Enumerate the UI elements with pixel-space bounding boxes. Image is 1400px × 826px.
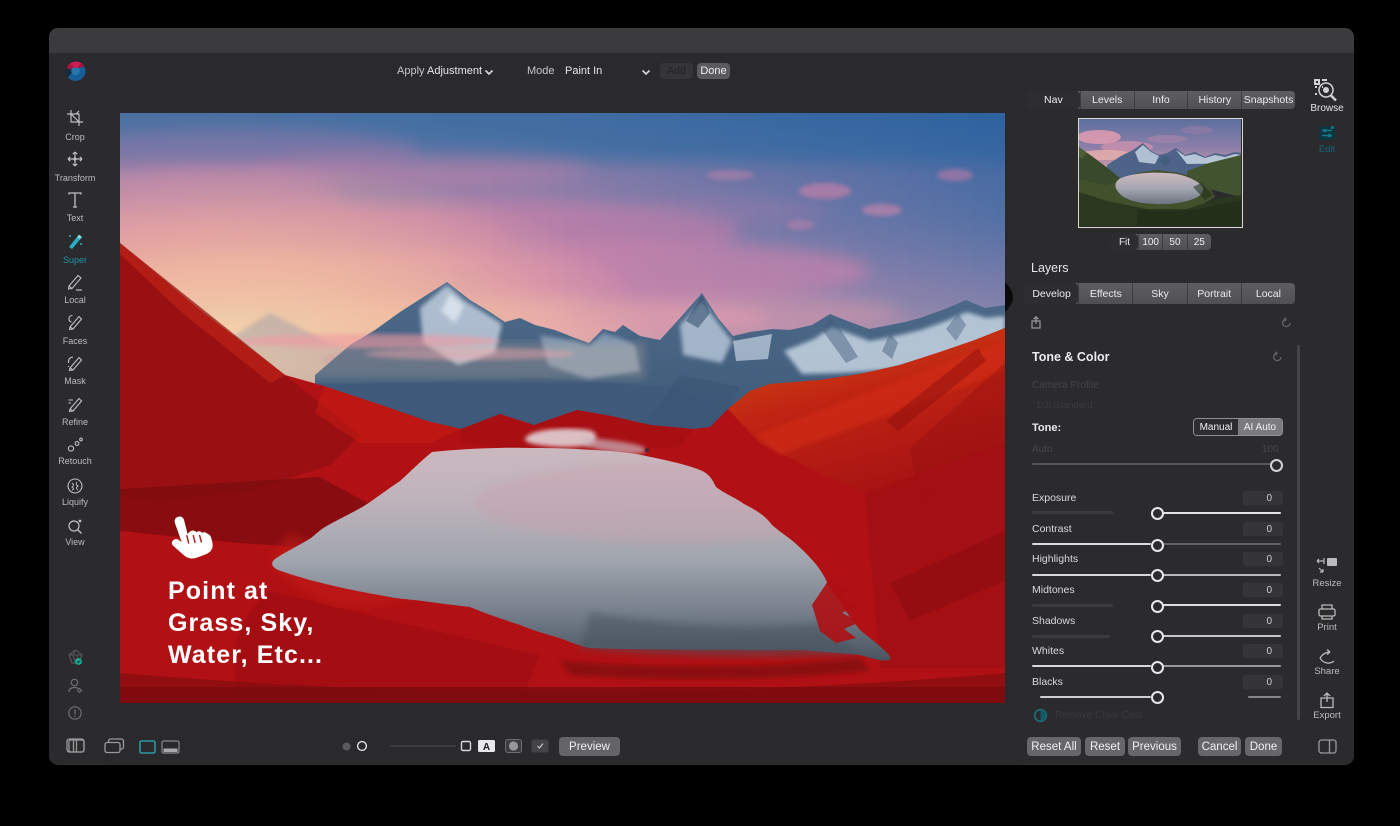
svg-text:A: A bbox=[483, 742, 490, 752]
